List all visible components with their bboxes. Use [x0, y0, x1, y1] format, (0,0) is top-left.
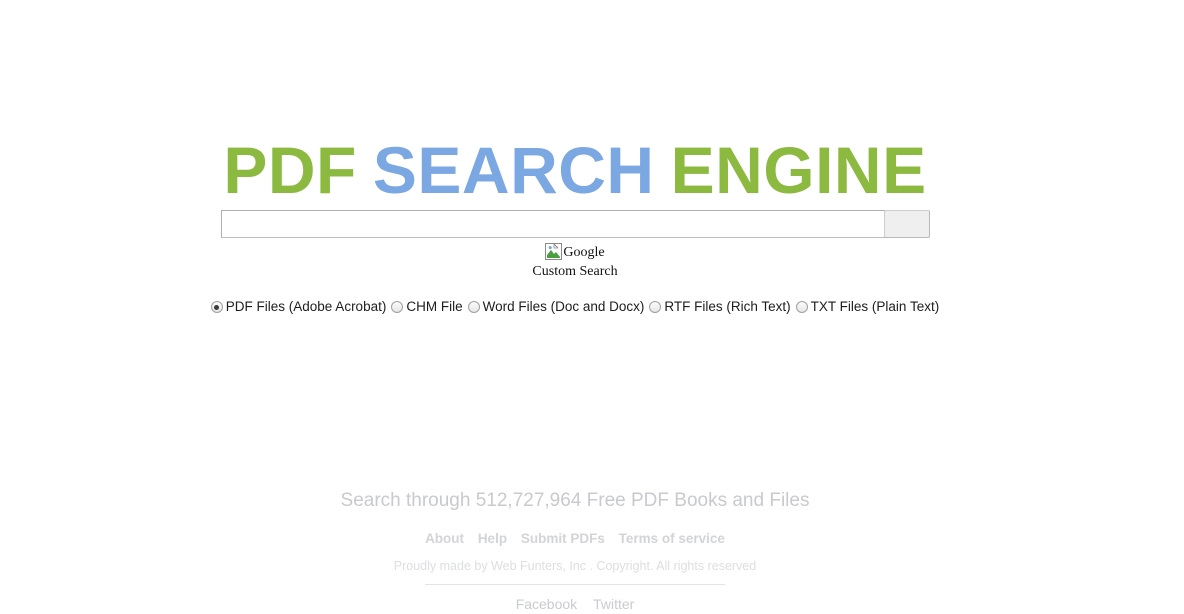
- social-link-facebook[interactable]: Facebook: [516, 596, 577, 612]
- radio-pdf-icon[interactable]: [210, 301, 223, 313]
- file-type-label-chm: CHM File: [406, 299, 463, 314]
- file-type-option-chm[interactable]: CHM File: [391, 298, 463, 316]
- pdf-search-engine-page: PDF SEARCH ENGINE Google Custom Search P…: [0, 0, 1184, 614]
- radio-txt-icon[interactable]: [795, 301, 808, 313]
- footer-link-submit-pdfs[interactable]: Submit PDFs: [521, 531, 605, 546]
- page-title: PDF SEARCH ENGINE: [0, 132, 1150, 208]
- social-links: Facebook Twitter: [0, 594, 1150, 614]
- footer-link-help[interactable]: Help: [478, 531, 507, 546]
- radio-doc-icon[interactable]: [467, 301, 480, 313]
- radio-chm-icon[interactable]: [391, 301, 404, 313]
- file-type-label-doc: Word Files (Doc and Docx): [482, 299, 645, 314]
- title-word-engine: ENGINE: [670, 133, 927, 208]
- radio-rtf-icon[interactable]: [649, 301, 662, 313]
- title-word-pdf: PDF: [223, 133, 357, 208]
- branding-line-1: Google: [0, 243, 1150, 263]
- file-type-option-rtf[interactable]: RTF Files (Rich Text): [649, 298, 791, 316]
- title-word-search: SEARCH: [372, 133, 655, 208]
- file-type-label-txt: TXT Files (Plain Text): [810, 299, 940, 314]
- file-type-label-rtf: RTF Files (Rich Text): [664, 299, 791, 314]
- file-type-option-doc[interactable]: Word Files (Doc and Docx): [467, 298, 645, 316]
- file-type-option-pdf[interactable]: PDF Files (Adobe Acrobat): [210, 298, 387, 316]
- branding-alt-text-line-2: Custom Search: [532, 264, 618, 279]
- social-link-twitter[interactable]: Twitter: [593, 596, 634, 612]
- search-form: [221, 210, 930, 238]
- copyright-text: Proudly made by Web Funters, Inc . Copyr…: [393, 559, 757, 573]
- search-submit-button[interactable]: [884, 210, 930, 238]
- footer-link-about[interactable]: About: [425, 531, 464, 546]
- footer-divider: [425, 584, 725, 585]
- file-type-option-txt[interactable]: TXT Files (Plain Text): [795, 298, 940, 316]
- file-type-options: PDF Files (Adobe Acrobat) CHM File Word Fi…: [0, 298, 1150, 316]
- search-input[interactable]: [221, 210, 885, 238]
- google-custom-search-branding: Google Custom Search: [0, 243, 1150, 281]
- broken-image-icon: [545, 243, 563, 260]
- file-type-label-pdf: PDF Files (Adobe Acrobat): [225, 299, 387, 314]
- footer-links: About Help Submit PDFs Terms of service: [0, 530, 1150, 548]
- tagline: Search through 512,727,964 Free PDF Book…: [340, 490, 810, 511]
- footer-link-terms[interactable]: Terms of service: [619, 531, 725, 546]
- branding-alt-text-line-1: Google: [563, 245, 605, 260]
